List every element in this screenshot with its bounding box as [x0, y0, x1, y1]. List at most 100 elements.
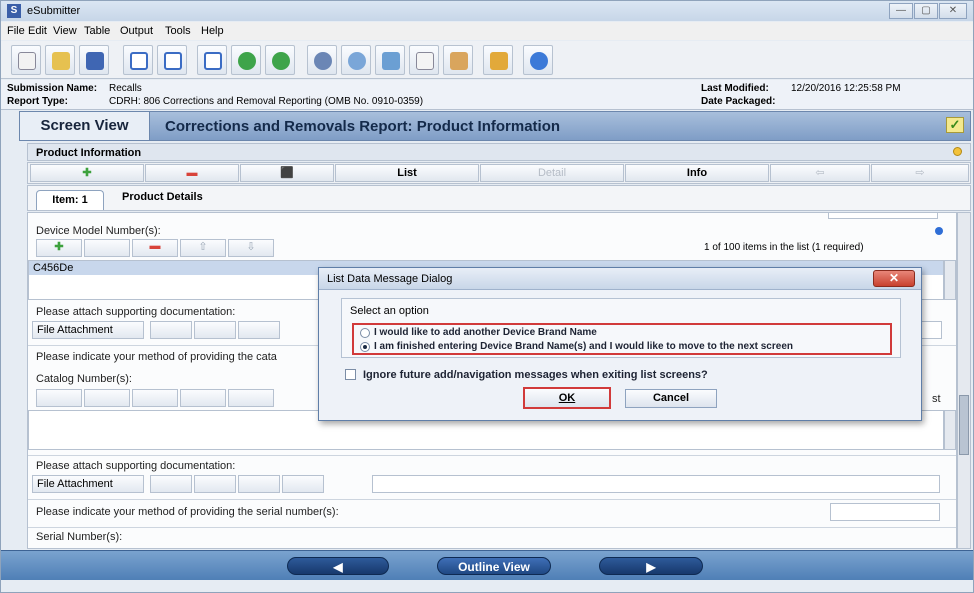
options-highlight: I would like to add another Device Brand… — [352, 323, 892, 355]
device-model-toolbar: ✚ ▬ ⇧ ⇩ 1 of 100 items in the list (1 re… — [34, 239, 954, 259]
next-item-button[interactable]: ⇨ — [871, 164, 969, 182]
screen-header: Screen View Corrections and Removals Rep… — [19, 111, 971, 141]
option-group-label: Select an option — [350, 305, 429, 317]
remove-model-button[interactable]: ▬ — [132, 239, 178, 257]
attach-remove-button-2[interactable] — [194, 475, 236, 493]
next-button[interactable]: ▶ — [599, 557, 703, 575]
list-data-message-dialog: List Data Message Dialog ✕ Select an opt… — [318, 267, 922, 421]
list-scrollbar[interactable] — [944, 260, 956, 300]
top-field-remnant — [828, 213, 938, 219]
report-type-value: CDRH: 806 Corrections and Removal Report… — [109, 96, 424, 107]
attach-info-button-2[interactable] — [282, 475, 324, 493]
back-arrow-button[interactable] — [231, 45, 261, 75]
menu-table[interactable]: Table — [84, 25, 110, 37]
back-button[interactable]: ◀ — [287, 557, 389, 575]
add-model-button[interactable]: ✚ — [36, 239, 82, 257]
attach-add-button-1[interactable] — [150, 321, 192, 339]
attach-remove-button-1[interactable] — [194, 321, 236, 339]
tab-item-1[interactable]: Item: 1 — [36, 190, 104, 210]
window-title: eSubmitter — [27, 5, 81, 17]
refresh-icon[interactable] — [341, 45, 371, 75]
catalog-list-stub: st — [932, 393, 941, 405]
app-logo-icon: S — [7, 4, 21, 18]
navigation-footer: ◀ Outline View ▶ — [1, 550, 973, 580]
cut-icon[interactable] — [375, 45, 405, 75]
option-finished-label[interactable]: I am finished entering Device Brand Name… — [374, 341, 793, 352]
list-button[interactable]: List — [335, 164, 479, 182]
catalog-remove-button[interactable] — [132, 389, 178, 407]
date-packaged-label: Date Packaged: — [701, 96, 776, 107]
menu-edit[interactable]: Edit — [28, 25, 47, 37]
item-tabs: Item: 1 Product Details — [27, 185, 971, 211]
attach-view-button-1[interactable] — [238, 321, 280, 339]
attach-view-button-2[interactable] — [238, 475, 280, 493]
attach-doc-label-1: Please attach supporting documentation: — [36, 306, 236, 318]
forward-arrow-button[interactable] — [265, 45, 295, 75]
validate-check-icon[interactable]: ✓ — [946, 117, 964, 133]
attach-field-2[interactable] — [372, 475, 940, 493]
maximize-button[interactable]: ▢ — [914, 3, 938, 19]
previous-item-button[interactable]: ⇦ — [770, 164, 870, 182]
copy-icon[interactable] — [409, 45, 439, 75]
home-button[interactable] — [197, 45, 227, 75]
ignore-messages-checkbox[interactable] — [345, 369, 356, 380]
outline-view-button[interactable]: Outline View — [437, 557, 551, 575]
open-folder-button[interactable] — [45, 45, 75, 75]
report-type-label: Report Type: — [7, 96, 68, 107]
info-button[interactable]: Info — [625, 164, 769, 182]
edit-model-button[interactable] — [84, 239, 130, 257]
minimize-button[interactable]: — — [889, 3, 913, 19]
delete-item-button[interactable]: ⬛ — [240, 164, 334, 182]
product-details-label: Product Details — [122, 191, 203, 203]
main-scrollbar[interactable] — [957, 212, 971, 549]
option-add-another-label[interactable]: I would like to add another Device Brand… — [374, 327, 597, 338]
scrollbar-thumb[interactable] — [959, 395, 969, 455]
menu-file[interactable]: File — [7, 25, 25, 37]
radio-add-another[interactable] — [360, 328, 370, 338]
submission-info: Submission Name: Recalls Report Type: CD… — [1, 80, 973, 110]
catalog-number-label: Catalog Number(s): — [36, 373, 132, 385]
hint-bulb-icon[interactable] — [953, 147, 962, 156]
new-submission-button[interactable] — [11, 45, 41, 75]
screen-view-label[interactable]: Screen View — [20, 112, 150, 140]
menu-output[interactable]: Output — [120, 25, 153, 37]
save-button[interactable] — [79, 45, 109, 75]
radio-finished[interactable] — [360, 342, 370, 352]
dialog-close-button[interactable]: ✕ — [873, 270, 915, 287]
serial-method-label: Please indicate your method of providing… — [36, 506, 339, 518]
list-count-text: 1 of 100 items in the list (1 required) — [704, 242, 864, 253]
detail-button[interactable]: Detail — [480, 164, 624, 182]
layout-split-button[interactable] — [157, 45, 187, 75]
toolbar — [1, 41, 973, 79]
file-attachment-row-2: File Attachment — [32, 475, 952, 495]
last-modified-label: Last Modified: — [701, 83, 769, 94]
search-icon[interactable] — [307, 45, 337, 75]
catalog-scrollbar[interactable] — [944, 410, 956, 450]
catalog-up-button[interactable] — [180, 389, 226, 407]
page-title: Corrections and Removals Report: Product… — [165, 118, 561, 135]
separator — [28, 499, 956, 500]
attach-add-button-2[interactable] — [150, 475, 192, 493]
package-icon[interactable] — [483, 45, 513, 75]
dialog-title: List Data Message Dialog — [319, 268, 921, 290]
catalog-edit-button[interactable] — [84, 389, 130, 407]
menu-tools[interactable]: Tools — [165, 25, 191, 37]
ok-button[interactable]: OK — [523, 387, 611, 409]
ignore-messages-label[interactable]: Ignore future add/navigation messages wh… — [363, 369, 708, 381]
attach-doc-label-2: Please attach supporting documentation: — [36, 460, 236, 472]
layout-single-button[interactable] — [123, 45, 153, 75]
add-item-button[interactable]: ✚ — [30, 164, 144, 182]
move-down-button[interactable]: ⇩ — [228, 239, 274, 257]
remove-item-button[interactable]: ▬ — [145, 164, 239, 182]
menu-help[interactable]: Help — [201, 25, 224, 37]
catalog-down-button[interactable] — [228, 389, 274, 407]
close-window-button[interactable]: ✕ — [939, 3, 967, 19]
serial-method-select[interactable] — [830, 503, 940, 521]
cancel-button[interactable]: Cancel — [625, 389, 717, 408]
product-information-title: Product Information — [36, 147, 142, 159]
paste-icon[interactable] — [443, 45, 473, 75]
menu-view[interactable]: View — [53, 25, 77, 37]
catalog-add-button[interactable] — [36, 389, 82, 407]
move-up-button[interactable]: ⇧ — [180, 239, 226, 257]
help-icon[interactable] — [523, 45, 553, 75]
